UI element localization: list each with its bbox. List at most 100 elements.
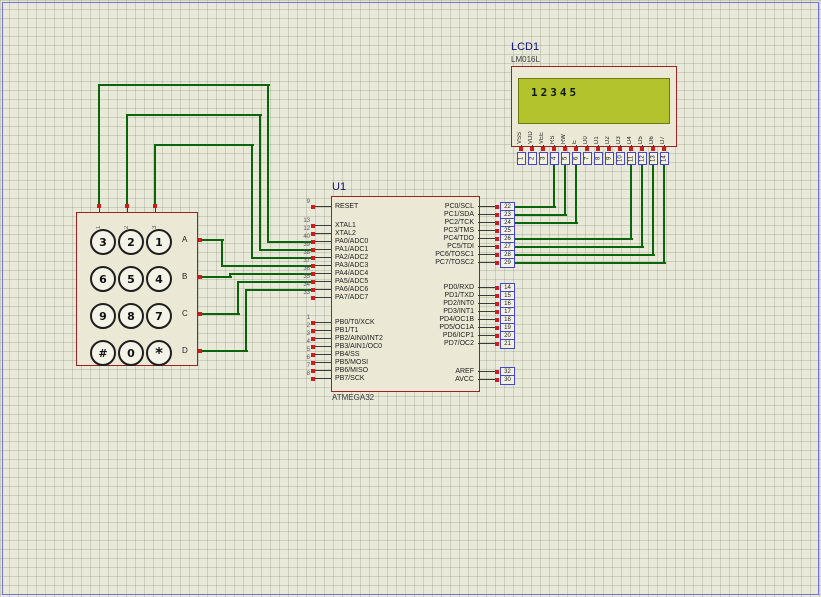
keypad-key-1[interactable]: 1 <box>146 229 172 255</box>
mcu-pin-name: PC2/TCK <box>394 219 474 227</box>
mcu-pin-name: PC0/SCL <box>394 203 474 211</box>
wire[interactable] <box>155 144 254 146</box>
pin-end-marker <box>495 213 499 217</box>
mcu-pin-name: PD3/INT1 <box>394 308 474 316</box>
pin-end-marker <box>198 275 202 279</box>
mcu-pin-stub <box>315 330 331 331</box>
wire[interactable] <box>514 238 633 240</box>
pin-end-marker <box>311 361 315 365</box>
wire[interactable] <box>251 144 253 259</box>
pin-end-marker <box>311 205 315 209</box>
mcu-pin-number: 30 <box>500 375 515 385</box>
mcu-pin-name: PB5/MOSI <box>335 359 368 367</box>
mcu-pin-stub <box>315 225 331 226</box>
mcu-pin-stub <box>315 249 331 250</box>
wire[interactable] <box>267 84 269 243</box>
pin-end-marker <box>311 272 315 276</box>
pin-end-marker <box>311 240 315 244</box>
wire[interactable] <box>245 289 247 352</box>
mcu-pin-name: RESET <box>335 203 358 211</box>
pin-end-marker <box>495 245 499 249</box>
lcd-pin-number: 7 <box>583 152 592 165</box>
pin-end-marker <box>495 221 499 225</box>
wire[interactable] <box>652 163 654 256</box>
lcd-pin-name: D7 <box>660 121 666 144</box>
wire[interactable] <box>514 262 666 264</box>
mcu-pin-number: 6 <box>288 355 310 362</box>
pin-end-marker <box>607 147 611 151</box>
pin-end-marker <box>640 147 644 151</box>
wire[interactable] <box>202 276 232 278</box>
pin-end-marker <box>495 261 499 265</box>
keypad-key-5[interactable]: 5 <box>118 266 144 292</box>
keypad-key-#[interactable]: # <box>90 340 116 366</box>
wire[interactable] <box>514 206 556 208</box>
mcu-pin-name: PD1/TXD <box>394 292 474 300</box>
pin-end-marker <box>495 253 499 257</box>
mcu-pin-number: 33 <box>288 290 310 297</box>
mcu-pin-name: PA3/ADC3 <box>335 262 368 270</box>
pin-end-marker <box>198 349 202 353</box>
lcd-pin-name: D5 <box>638 121 644 144</box>
keypad-key-2[interactable]: 2 <box>118 229 144 255</box>
lcd-ref-label: LCD1 <box>511 41 539 53</box>
mcu-pin-name: PD2/INT0 <box>394 300 474 308</box>
wire[interactable] <box>99 84 270 86</box>
lcd-pin-number: 5 <box>561 152 570 165</box>
mcu-pin-stub <box>315 281 331 282</box>
mcu-pin-name: PA0/ADC0 <box>335 238 368 246</box>
pin-end-marker <box>495 310 499 314</box>
wire[interactable] <box>126 114 128 207</box>
lcd-pin-name: VDD <box>528 121 534 144</box>
mcu-pin-number: 36 <box>288 266 310 273</box>
mcu-pin-name: PC6/TOSC1 <box>394 251 474 259</box>
pin-end-marker <box>311 345 315 349</box>
wire[interactable] <box>202 313 240 315</box>
lcd-pin-name: D1 <box>594 121 600 144</box>
mcu-pin-number: 8 <box>288 371 310 378</box>
wire[interactable] <box>98 84 100 207</box>
wire[interactable] <box>221 239 223 267</box>
mcu-pin-name: PB7/SCK <box>335 375 365 383</box>
pin-end-marker <box>198 238 202 242</box>
mcu-pin-stub <box>315 297 331 298</box>
wire[interactable] <box>237 281 239 315</box>
lcd-pin-number: 3 <box>539 152 548 165</box>
keypad-key-4[interactable]: 4 <box>146 266 172 292</box>
wire[interactable] <box>202 350 248 352</box>
wire[interactable] <box>641 163 643 248</box>
pin-end-marker <box>574 147 578 151</box>
pin-end-marker <box>495 334 499 338</box>
mcu-pin-stub <box>315 346 331 347</box>
keypad-key-9[interactable]: 9 <box>90 303 116 329</box>
keypad-key-0[interactable]: 0 <box>118 340 144 366</box>
pin-end-marker <box>519 147 523 151</box>
mcu-pin-name: PB0/T0/XCK <box>335 319 375 327</box>
lcd-pin-number: 8 <box>594 152 603 165</box>
wire[interactable] <box>564 163 566 216</box>
pin-end-marker <box>311 321 315 325</box>
wire[interactable] <box>630 163 632 240</box>
wire[interactable] <box>514 254 655 256</box>
pin-end-marker <box>311 288 315 292</box>
wire[interactable] <box>553 163 555 208</box>
wire[interactable] <box>259 114 261 251</box>
keypad-row-label: A <box>182 235 187 244</box>
mcu-pin-name: PA6/ADC6 <box>335 286 368 294</box>
mcu-pin-name: XTAL2 <box>335 230 356 238</box>
keypad-key-7[interactable]: 7 <box>146 303 172 329</box>
mcu-pin-number: 13 <box>288 218 310 225</box>
wire[interactable] <box>514 214 567 216</box>
wire[interactable] <box>514 222 578 224</box>
wire[interactable] <box>154 144 156 207</box>
wire[interactable] <box>575 163 577 224</box>
keypad-key-6[interactable]: 6 <box>90 266 116 292</box>
wire[interactable] <box>514 246 644 248</box>
wire[interactable] <box>127 114 262 116</box>
keypad-key-*[interactable]: * <box>146 340 172 366</box>
keypad-key-3[interactable]: 3 <box>90 229 116 255</box>
wire[interactable] <box>663 163 665 264</box>
keypad-key-8[interactable]: 8 <box>118 303 144 329</box>
pin-end-marker <box>311 337 315 341</box>
pin-end-marker <box>125 204 129 208</box>
